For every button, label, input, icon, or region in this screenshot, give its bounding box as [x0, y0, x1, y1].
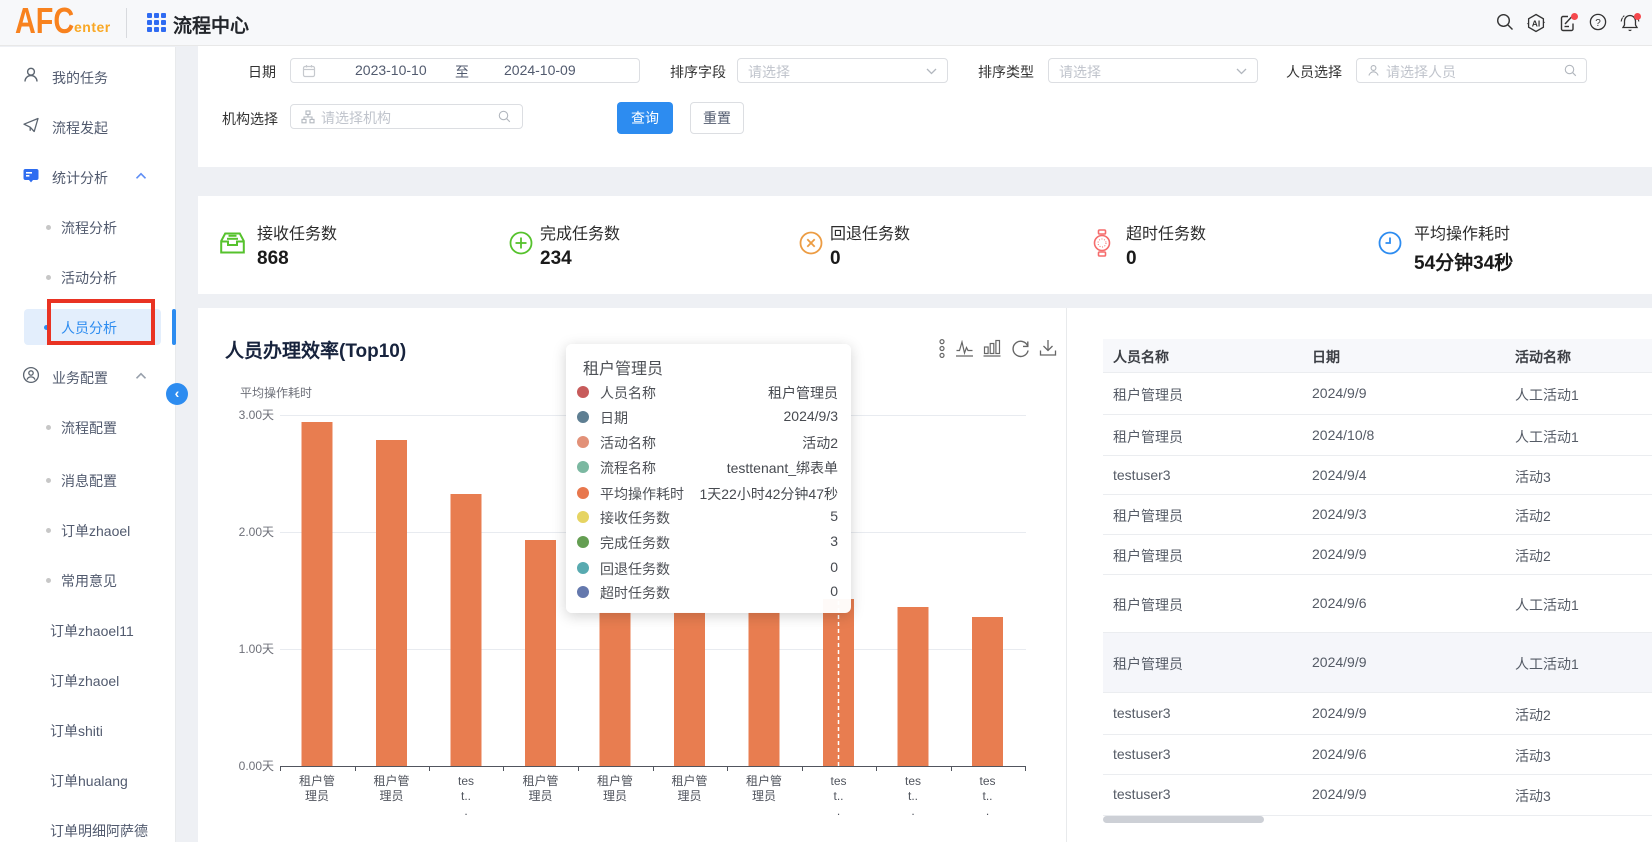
svg-text:1.00天: 1.00天 [239, 642, 274, 656]
svg-text:.: . [911, 804, 914, 818]
svg-text:t..: t.. [982, 789, 992, 803]
svg-text:tes: tes [979, 774, 995, 788]
svg-text:t..: t.. [908, 789, 918, 803]
svg-text:租户管: 租户管 [671, 773, 707, 788]
svg-text:理员: 理员 [603, 789, 627, 803]
svg-text:tes: tes [830, 774, 846, 788]
svg-text:理员: 理员 [752, 789, 776, 803]
svg-text:理员: 理员 [677, 789, 701, 803]
svg-text:租户管: 租户管 [746, 773, 782, 788]
svg-text:AI: AI [1532, 18, 1541, 28]
svg-text:租户管: 租户管 [299, 773, 335, 788]
svg-text:3.00天: 3.00天 [239, 408, 274, 422]
svg-text:理员: 理员 [305, 789, 329, 803]
svg-text:t..: t.. [833, 789, 843, 803]
svg-text:.: . [837, 804, 840, 818]
svg-text:.: . [464, 804, 467, 818]
svg-text:tes: tes [905, 774, 921, 788]
svg-text:租户管: 租户管 [597, 773, 633, 788]
svg-text:t..: t.. [461, 789, 471, 803]
svg-text:平均操作耗时: 平均操作耗时 [240, 385, 312, 400]
svg-text:2.00天: 2.00天 [239, 525, 274, 539]
svg-text:0.00天: 0.00天 [239, 759, 274, 773]
svg-text:租户管: 租户管 [522, 773, 558, 788]
svg-text:租户管: 租户管 [373, 773, 409, 788]
svg-text:?: ? [1595, 18, 1601, 29]
svg-text:理员: 理员 [379, 789, 403, 803]
svg-text:.: . [986, 804, 989, 818]
svg-text:tes: tes [458, 774, 474, 788]
svg-text:理员: 理员 [528, 789, 552, 803]
